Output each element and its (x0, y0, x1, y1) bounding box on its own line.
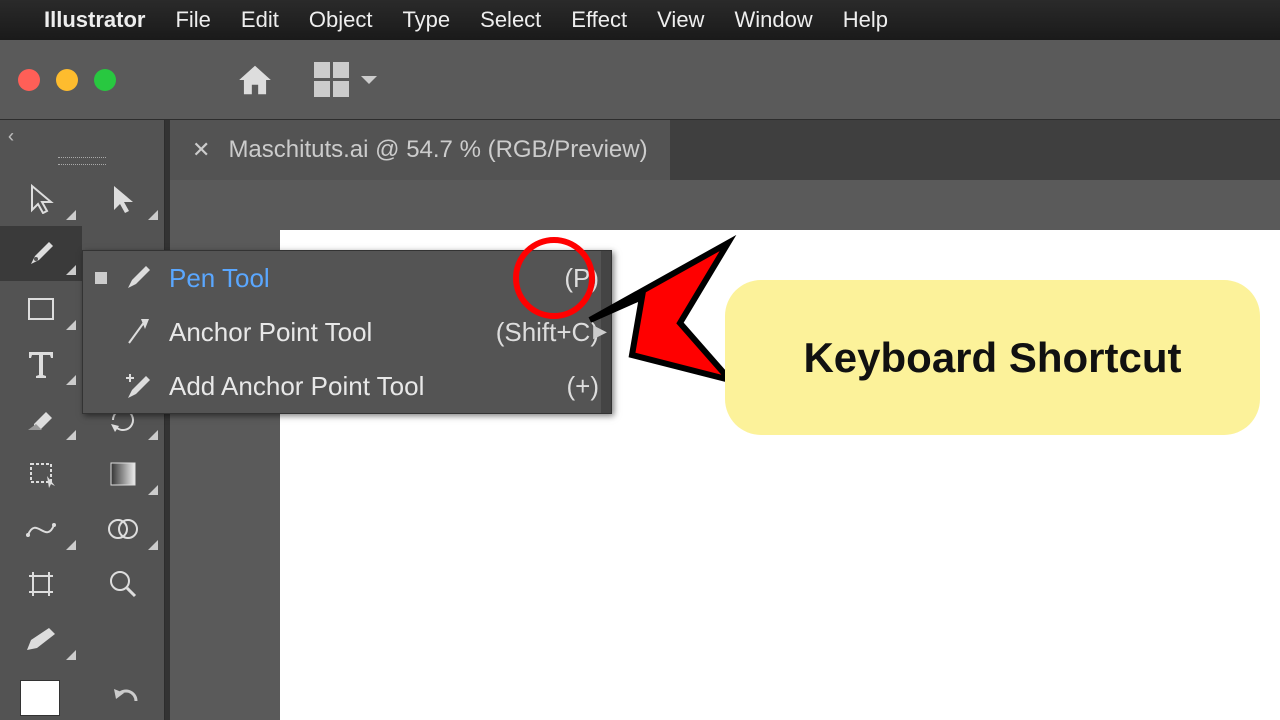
gradient-tool[interactable] (82, 446, 164, 501)
zoom-tool[interactable] (82, 556, 164, 611)
artboard-tool[interactable] (0, 556, 82, 611)
callout-text: Keyboard Shortcut (803, 334, 1181, 382)
menu-type[interactable]: Type (402, 7, 450, 33)
selected-marker-icon (95, 326, 107, 338)
close-window-button[interactable] (18, 69, 40, 91)
window-controls (18, 69, 116, 91)
anchor-point-tool-icon[interactable] (0, 611, 82, 666)
pen-tool[interactable] (0, 226, 82, 281)
flyout-label: Pen Tool (169, 263, 270, 294)
menu-help[interactable]: Help (843, 7, 888, 33)
free-transform-tool[interactable] (0, 446, 82, 501)
home-icon[interactable] (236, 61, 274, 99)
annotation-arrow-icon (570, 235, 740, 395)
arrange-documents-button[interactable] (314, 62, 379, 97)
selected-marker-icon (95, 380, 107, 392)
eraser-tool[interactable] (0, 391, 82, 446)
selection-tool[interactable] (0, 171, 82, 226)
tab-title: Maschituts.ai @ 54.7 % (RGB/Preview) (228, 136, 647, 164)
pen-plus-icon (121, 372, 155, 400)
collapse-icon[interactable]: ‹‹ (8, 126, 164, 147)
menu-window[interactable]: Window (734, 7, 812, 33)
app-name[interactable]: Illustrator (44, 7, 145, 33)
flyout-label: Add Anchor Point Tool (169, 371, 424, 402)
anchor-icon (121, 317, 155, 347)
empty-tool-4 (82, 611, 164, 666)
width-tool[interactable] (0, 501, 82, 556)
direct-selection-tool[interactable] (82, 171, 164, 226)
close-tab-icon[interactable]: ✕ (192, 137, 210, 163)
menu-view[interactable]: View (657, 7, 704, 33)
annotation-callout: Keyboard Shortcut (725, 280, 1260, 435)
rectangle-tool[interactable] (0, 281, 82, 336)
drag-handle-icon[interactable] (58, 157, 106, 165)
mac-menubar: Illustrator File Edit Object Type Select… (0, 0, 1280, 40)
flyout-item-add-anchor[interactable]: Add Anchor Point Tool (+) (83, 359, 611, 413)
grid-icon (314, 62, 349, 97)
minimize-window-button[interactable] (56, 69, 78, 91)
undo-icon[interactable] (110, 685, 140, 714)
menu-select[interactable]: Select (480, 7, 541, 33)
zoom-window-button[interactable] (94, 69, 116, 91)
document-tab[interactable]: ✕ Maschituts.ai @ 54.7 % (RGB/Preview) (170, 120, 670, 180)
selected-marker-icon (95, 272, 107, 284)
shape-builder-tool[interactable] (82, 501, 164, 556)
menu-edit[interactable]: Edit (241, 7, 279, 33)
menu-effect[interactable]: Effect (571, 7, 627, 33)
document-tabbar: ✕ Maschituts.ai @ 54.7 % (RGB/Preview) (170, 120, 1280, 180)
menu-object[interactable]: Object (309, 7, 373, 33)
type-tool[interactable] (0, 336, 82, 391)
fill-swatch[interactable] (20, 680, 60, 716)
flyout-label: Anchor Point Tool (169, 317, 372, 348)
flyout-item-anchor[interactable]: Anchor Point Tool (Shift+C) (83, 305, 611, 359)
tools-panel: ‹‹ (0, 120, 165, 720)
app-toolbar (0, 40, 1280, 120)
chevron-down-icon (359, 73, 379, 87)
menu-file[interactable]: File (175, 7, 210, 33)
pen-icon (121, 264, 155, 292)
